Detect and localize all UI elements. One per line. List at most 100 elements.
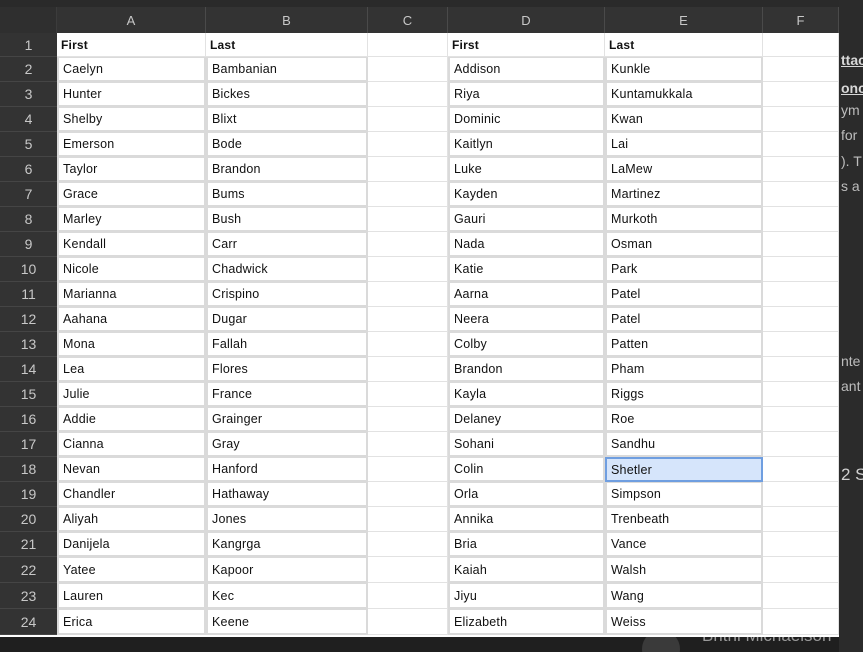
- cell-b14[interactable]: Flores: [206, 357, 368, 382]
- column-header-e[interactable]: E: [605, 7, 763, 33]
- cell-a2[interactable]: Caelyn: [57, 57, 206, 82]
- cell-e24[interactable]: Weiss: [605, 609, 763, 635]
- cell-b7[interactable]: Bums: [206, 182, 368, 207]
- row-header-15[interactable]: 15: [0, 382, 57, 407]
- cell-a20[interactable]: Aliyah: [57, 507, 206, 532]
- cell-a15[interactable]: Julie: [57, 382, 206, 407]
- cell-b8[interactable]: Bush: [206, 207, 368, 232]
- cell-f8[interactable]: [763, 207, 839, 232]
- row-header-6[interactable]: 6: [0, 157, 57, 182]
- cell-c1[interactable]: [368, 33, 448, 57]
- cell-d14[interactable]: Brandon: [448, 357, 605, 382]
- cell-c4[interactable]: [368, 107, 448, 132]
- cell-d6[interactable]: Luke: [448, 157, 605, 182]
- cell-b20[interactable]: Jones: [206, 507, 368, 532]
- cell-c23[interactable]: [368, 583, 448, 609]
- cell-e9[interactable]: Osman: [605, 232, 763, 257]
- row-header-5[interactable]: 5: [0, 132, 57, 157]
- cell-f2[interactable]: [763, 57, 839, 82]
- row-header-9[interactable]: 9: [0, 232, 57, 257]
- row-header-11[interactable]: 11: [0, 282, 57, 307]
- cell-d23[interactable]: Jiyu: [448, 583, 605, 609]
- cell-c5[interactable]: [368, 132, 448, 157]
- cell-e5[interactable]: Lai: [605, 132, 763, 157]
- cell-e6[interactable]: LaMew: [605, 157, 763, 182]
- cell-f5[interactable]: [763, 132, 839, 157]
- cell-b15[interactable]: France: [206, 382, 368, 407]
- cell-b10[interactable]: Chadwick: [206, 257, 368, 282]
- column-header-d[interactable]: D: [448, 7, 605, 33]
- cell-e3[interactable]: Kuntamukkala: [605, 82, 763, 107]
- row-header-22[interactable]: 22: [0, 557, 57, 583]
- cell-e8[interactable]: Murkoth: [605, 207, 763, 232]
- row-header-4[interactable]: 4: [0, 107, 57, 132]
- cell-b9[interactable]: Carr: [206, 232, 368, 257]
- cell-e16[interactable]: Roe: [605, 407, 763, 432]
- cell-e7[interactable]: Martinez: [605, 182, 763, 207]
- cell-c19[interactable]: [368, 482, 448, 507]
- cell-f22[interactable]: [763, 557, 839, 583]
- row-header-17[interactable]: 17: [0, 432, 57, 457]
- cell-d7[interactable]: Kayden: [448, 182, 605, 207]
- cell-d2[interactable]: Addison: [448, 57, 605, 82]
- cell-d1[interactable]: First: [448, 33, 605, 57]
- cell-b18[interactable]: Hanford: [206, 457, 368, 482]
- cell-e22[interactable]: Walsh: [605, 557, 763, 583]
- cell-b12[interactable]: Dugar: [206, 307, 368, 332]
- cell-d3[interactable]: Riya: [448, 82, 605, 107]
- cell-a8[interactable]: Marley: [57, 207, 206, 232]
- cell-f18[interactable]: [763, 457, 839, 482]
- cell-a12[interactable]: Aahana: [57, 307, 206, 332]
- cell-f3[interactable]: [763, 82, 839, 107]
- cell-f11[interactable]: [763, 282, 839, 307]
- cell-e1[interactable]: Last: [605, 33, 763, 57]
- cell-b21[interactable]: Kangrga: [206, 532, 368, 557]
- cell-c18[interactable]: [368, 457, 448, 482]
- cell-b19[interactable]: Hathaway: [206, 482, 368, 507]
- cell-f16[interactable]: [763, 407, 839, 432]
- cell-d10[interactable]: Katie: [448, 257, 605, 282]
- cell-c9[interactable]: [368, 232, 448, 257]
- row-header-19[interactable]: 19: [0, 482, 57, 507]
- cell-a24[interactable]: Erica: [57, 609, 206, 635]
- cell-d19[interactable]: Orla: [448, 482, 605, 507]
- cell-f14[interactable]: [763, 357, 839, 382]
- cell-b22[interactable]: Kapoor: [206, 557, 368, 583]
- column-header-b[interactable]: B: [206, 7, 368, 33]
- cell-c10[interactable]: [368, 257, 448, 282]
- cell-a17[interactable]: Cianna: [57, 432, 206, 457]
- cell-d5[interactable]: Kaitlyn: [448, 132, 605, 157]
- row-header-14[interactable]: 14: [0, 357, 57, 382]
- column-header-f[interactable]: F: [763, 7, 839, 33]
- cell-e2[interactable]: Kunkle: [605, 57, 763, 82]
- cell-b24[interactable]: Keene: [206, 609, 368, 635]
- cell-e12[interactable]: Patel: [605, 307, 763, 332]
- cell-a13[interactable]: Mona: [57, 332, 206, 357]
- cell-f17[interactable]: [763, 432, 839, 457]
- cell-c7[interactable]: [368, 182, 448, 207]
- cell-c12[interactable]: [368, 307, 448, 332]
- row-header-3[interactable]: 3: [0, 82, 57, 107]
- cell-d18[interactable]: Colin: [448, 457, 605, 482]
- cell-f13[interactable]: [763, 332, 839, 357]
- cell-e19[interactable]: Simpson: [605, 482, 763, 507]
- cell-b13[interactable]: Fallah: [206, 332, 368, 357]
- row-header-21[interactable]: 21: [0, 532, 57, 557]
- row-header-7[interactable]: 7: [0, 182, 57, 207]
- cell-e18[interactable]: Shetler: [605, 457, 763, 482]
- cell-a21[interactable]: Danijela: [57, 532, 206, 557]
- cell-c22[interactable]: [368, 557, 448, 583]
- column-header-a[interactable]: A: [57, 7, 206, 33]
- cell-a4[interactable]: Shelby: [57, 107, 206, 132]
- cell-e17[interactable]: Sandhu: [605, 432, 763, 457]
- cell-f10[interactable]: [763, 257, 839, 282]
- cell-e13[interactable]: Patten: [605, 332, 763, 357]
- cell-c17[interactable]: [368, 432, 448, 457]
- cell-a14[interactable]: Lea: [57, 357, 206, 382]
- cell-d12[interactable]: Neera: [448, 307, 605, 332]
- cell-a16[interactable]: Addie: [57, 407, 206, 432]
- row-header-10[interactable]: 10: [0, 257, 57, 282]
- cell-a1[interactable]: First: [57, 33, 206, 57]
- cell-a19[interactable]: Chandler: [57, 482, 206, 507]
- row-header-24[interactable]: 24: [0, 609, 57, 635]
